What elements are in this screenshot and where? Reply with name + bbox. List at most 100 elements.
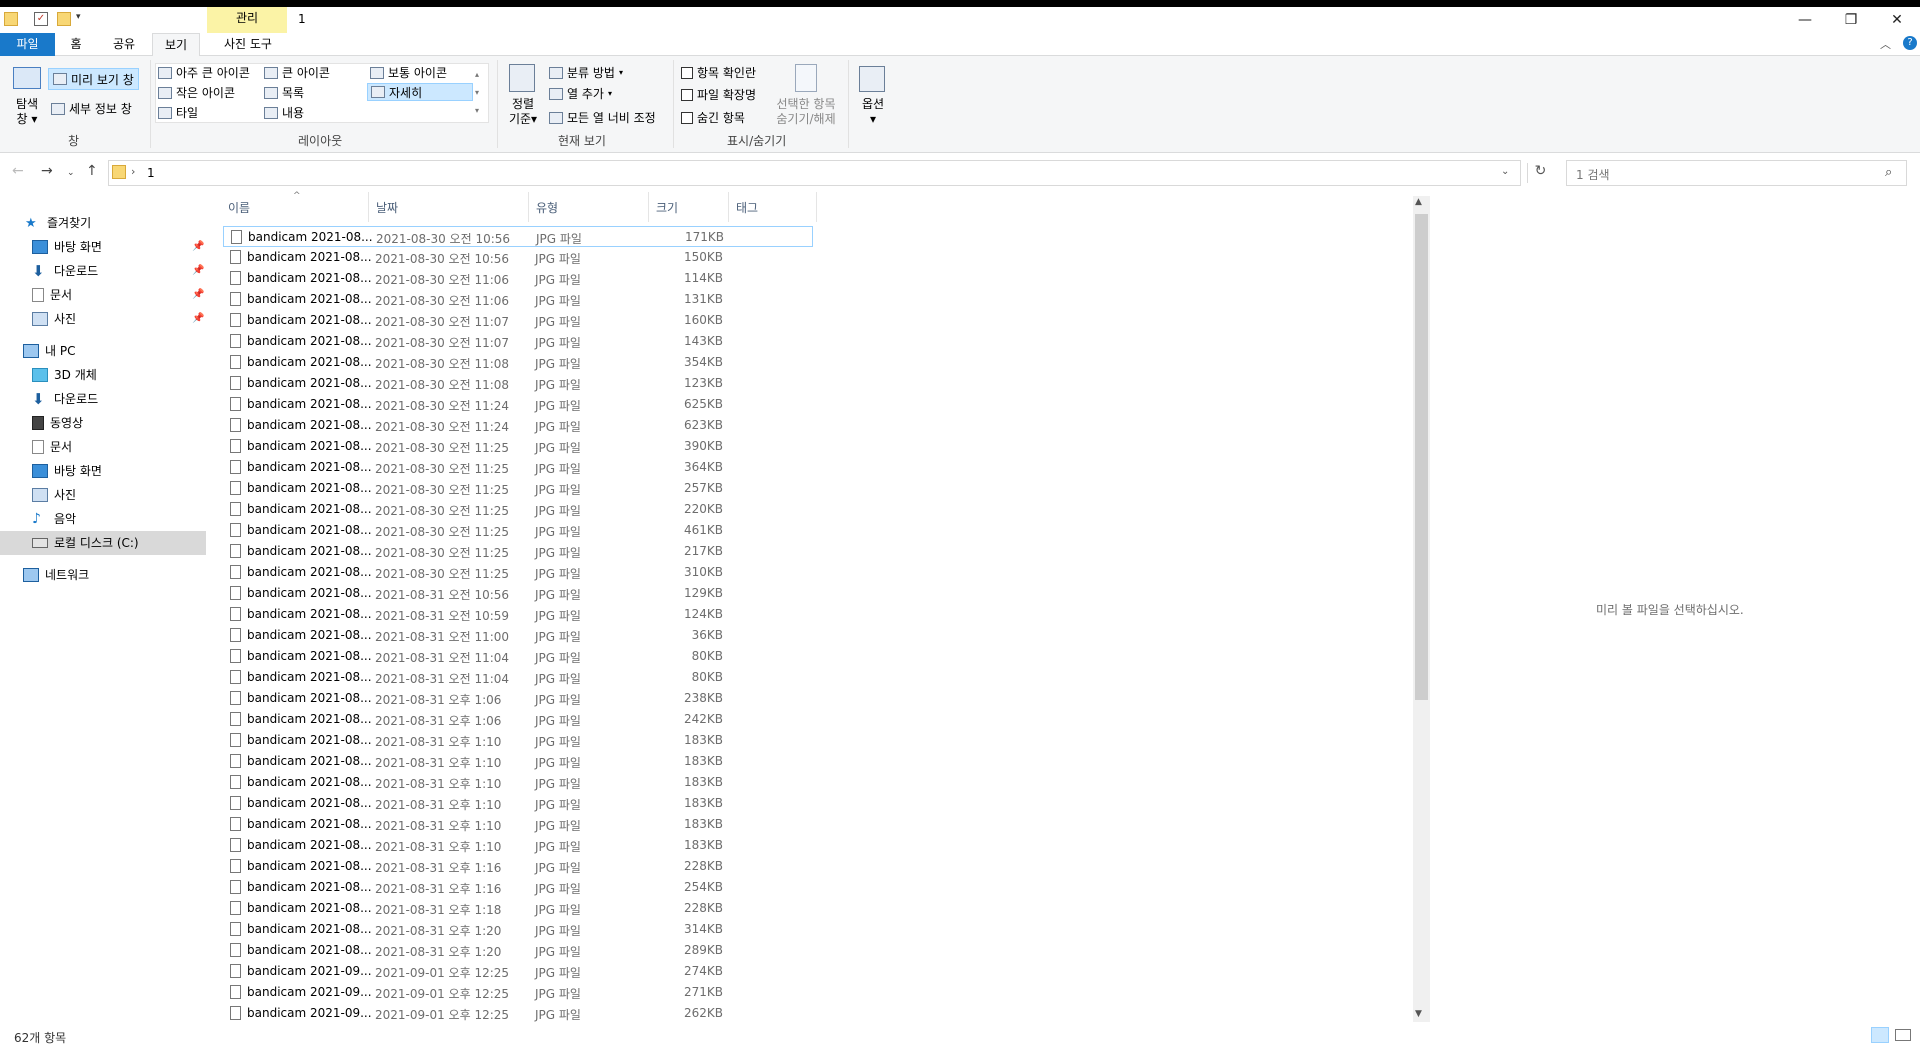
file-row[interactable]: bandicam 2021-08... 2021-08-30 오전 11:07 JP…: [223, 331, 813, 352]
properties-icon[interactable]: ✓: [34, 12, 48, 26]
new-folder-icon[interactable]: [57, 12, 71, 26]
file-row[interactable]: bandicam 2021-08... 2021-08-31 오후 1:10 JPG…: [223, 751, 813, 772]
file-row[interactable]: bandicam 2021-08... 2021-08-30 오전 11:25 JP…: [223, 520, 813, 541]
collapse-ribbon-icon[interactable]: ︿: [1880, 36, 1891, 52]
file-row[interactable]: bandicam 2021-08... 2021-08-31 오전 11:00 JP…: [223, 625, 813, 646]
column-header-name[interactable]: 이름: [228, 199, 250, 216]
file-row[interactable]: bandicam 2021-08... 2021-08-30 오전 11:08 JP…: [223, 373, 813, 394]
column-header-size[interactable]: 크기: [656, 199, 678, 216]
size-all-columns-button[interactable]: 모든 열 너비 조정: [549, 109, 656, 126]
sidebar-item-pc-downloads[interactable]: ⬇ 다운로드: [32, 390, 98, 407]
tab-file[interactable]: 파일: [0, 33, 55, 56]
file-row[interactable]: bandicam 2021-08... 2021-08-30 오전 11:24 JP…: [223, 415, 813, 436]
sidebar-item-documents[interactable]: 문서: [32, 286, 72, 303]
file-row[interactable]: bandicam 2021-08... 2021-08-30 오전 11:25 JP…: [223, 499, 813, 520]
search-icon[interactable]: ⌕: [1885, 165, 1892, 180]
sidebar-item-videos[interactable]: 동영상: [32, 414, 83, 431]
file-row[interactable]: bandicam 2021-08... 2021-08-30 오전 11:07 JP…: [223, 310, 813, 331]
group-by-button[interactable]: 분류 방법 ▾: [549, 64, 623, 81]
file-row[interactable]: bandicam 2021-08... 2021-08-31 오후 1:16 JPG…: [223, 856, 813, 877]
details-pane-button[interactable]: 세부 정보 창: [51, 100, 132, 117]
file-row[interactable]: bandicam 2021-08... 2021-08-30 오전 11:25 JP…: [223, 562, 813, 583]
sidebar-item-desktop[interactable]: 바탕 화면: [32, 238, 102, 255]
recent-locations-icon[interactable]: ⌄: [67, 168, 75, 178]
navigation-pane-button[interactable]: 탐색 창 ▾: [12, 97, 42, 127]
manage-context-tab[interactable]: 관리: [207, 7, 287, 33]
sidebar-item-pictures[interactable]: 사진: [32, 310, 76, 327]
file-row[interactable]: bandicam 2021-09... 2021-09-01 오후 12:25 JP…: [223, 982, 813, 1003]
tab-photo-tools[interactable]: 사진 도구: [206, 33, 290, 56]
file-row[interactable]: bandicam 2021-09... 2021-09-01 오후 12:25 JP…: [223, 1003, 813, 1024]
file-row[interactable]: bandicam 2021-08... 2021-08-30 오전 10:56 JP…: [223, 247, 813, 268]
file-row[interactable]: bandicam 2021-08... 2021-08-30 오전 11:25 JP…: [223, 436, 813, 457]
column-separator[interactable]: [816, 192, 817, 222]
sidebar-item-3d-objects[interactable]: 3D 개체: [32, 366, 97, 383]
layout-extra-large-icons[interactable]: 아주 큰 아이콘: [158, 64, 250, 81]
scroll-up-icon[interactable]: ▲: [1415, 197, 1422, 207]
sidebar-item-downloads[interactable]: ⬇ 다운로드: [32, 262, 98, 279]
file-row[interactable]: bandicam 2021-08... 2021-08-30 오전 11:08 JP…: [223, 352, 813, 373]
help-icon[interactable]: ?: [1903, 36, 1917, 50]
file-extensions-toggle[interactable]: 파일 확장명: [681, 86, 756, 103]
sidebar-item-this-pc[interactable]: 내 PC: [23, 342, 75, 359]
search-input[interactable]: 1 검색 ⌕: [1566, 160, 1907, 186]
column-separator[interactable]: [528, 192, 529, 222]
hide-selected-button[interactable]: 선택한 항목 숨기기/해제: [772, 97, 840, 127]
customize-qat-icon[interactable]: ▾: [76, 12, 90, 26]
back-arrow-icon[interactable]: ←: [12, 163, 24, 179]
preview-pane-button[interactable]: 미리 보기 창: [48, 68, 139, 90]
scrollbar-thumb[interactable]: [1415, 214, 1428, 700]
file-row[interactable]: bandicam 2021-08... 2021-08-31 오후 1:16 JPG…: [223, 877, 813, 898]
file-row[interactable]: bandicam 2021-08... 2021-08-31 오전 10:59 JP…: [223, 604, 813, 625]
file-row[interactable]: bandicam 2021-08... 2021-08-31 오후 1:10 JPG…: [223, 793, 813, 814]
add-columns-button[interactable]: 열 추가 ▾: [549, 85, 612, 102]
file-row[interactable]: bandicam 2021-08... 2021-08-31 오후 1:18 JPG…: [223, 898, 813, 919]
layout-large-icons[interactable]: 큰 아이콘: [264, 64, 330, 81]
file-row[interactable]: bandicam 2021-08... 2021-08-31 오후 1:10 JPG…: [223, 730, 813, 751]
file-row[interactable]: bandicam 2021-08... 2021-08-30 오전 11:06 JP…: [223, 289, 813, 310]
file-row[interactable]: bandicam 2021-08... 2021-08-31 오후 1:10 JPG…: [223, 772, 813, 793]
layout-content[interactable]: 내용: [264, 104, 304, 121]
column-separator[interactable]: [648, 192, 649, 222]
sort-by-button[interactable]: 정렬 기준▾: [508, 97, 538, 127]
sidebar-item-quick-access[interactable]: ★ 즐겨찾기: [25, 214, 91, 231]
item-checkboxes-toggle[interactable]: 항목 확인란: [681, 64, 756, 81]
scroll-down-icon[interactable]: ▼: [1415, 1009, 1422, 1019]
layout-tiles[interactable]: 타일: [158, 104, 198, 121]
layout-details[interactable]: 자세히: [367, 83, 473, 101]
file-row[interactable]: bandicam 2021-08... 2021-08-30 오전 11:25 JP…: [223, 541, 813, 562]
file-row[interactable]: bandicam 2021-08... 2021-08-31 오후 1:06 JPG…: [223, 709, 813, 730]
file-row[interactable]: bandicam 2021-08... 2021-08-31 오전 11:04 JP…: [223, 667, 813, 688]
up-arrow-icon[interactable]: ↑: [86, 163, 98, 179]
file-row[interactable]: bandicam 2021-08... 2021-08-30 오전 11:25 JP…: [223, 457, 813, 478]
details-view-icon[interactable]: [1871, 1027, 1889, 1043]
file-row[interactable]: bandicam 2021-08... 2021-08-31 오후 1:10 JPG…: [223, 814, 813, 835]
minimize-button[interactable]: —: [1782, 7, 1828, 33]
sidebar-item-pc-desktop[interactable]: 바탕 화면: [32, 462, 102, 479]
layout-list[interactable]: 목록: [264, 84, 304, 101]
file-row[interactable]: bandicam 2021-08... 2021-08-30 오전 11:06 JP…: [223, 268, 813, 289]
column-separator[interactable]: [728, 192, 729, 222]
file-row[interactable]: bandicam 2021-08... 2021-08-31 오전 11:04 JP…: [223, 646, 813, 667]
tab-share[interactable]: 공유: [100, 33, 148, 56]
file-row[interactable]: bandicam 2021-09... 2021-09-01 오후 12:25 JP…: [223, 961, 813, 982]
tab-home[interactable]: 홈: [56, 33, 96, 56]
column-header-tags[interactable]: 태그: [736, 199, 758, 216]
sidebar-item-music[interactable]: ♪ 음악: [32, 510, 76, 527]
column-header-type[interactable]: 유형: [536, 199, 558, 216]
large-icons-view-icon[interactable]: [1895, 1029, 1911, 1041]
sidebar-item-local-disk[interactable]: 로컬 디스크 (C:): [32, 534, 139, 551]
breadcrumb-path[interactable]: 1: [147, 166, 155, 180]
address-dropdown-icon[interactable]: ⌄: [1501, 166, 1509, 177]
gallery-scroll-icon[interactable]: ▴ ▾ ▾: [475, 66, 479, 120]
file-row[interactable]: bandicam 2021-08... 2021-08-30 오전 11:24 JP…: [223, 394, 813, 415]
options-button[interactable]: 옵션 ▾: [858, 97, 888, 127]
sidebar-item-pc-pictures[interactable]: 사진: [32, 486, 76, 503]
column-header-date[interactable]: 날짜: [376, 199, 398, 216]
file-row[interactable]: bandicam 2021-08... 2021-08-31 오전 10:56 JP…: [223, 583, 813, 604]
sidebar-item-network[interactable]: 네트워크: [23, 566, 89, 583]
tab-view[interactable]: 보기: [152, 33, 200, 57]
refresh-icon[interactable]: ↻: [1527, 163, 1553, 183]
file-row[interactable]: bandicam 2021-08... 2021-08-30 오전 11:25 JP…: [223, 478, 813, 499]
column-separator[interactable]: [368, 192, 369, 222]
